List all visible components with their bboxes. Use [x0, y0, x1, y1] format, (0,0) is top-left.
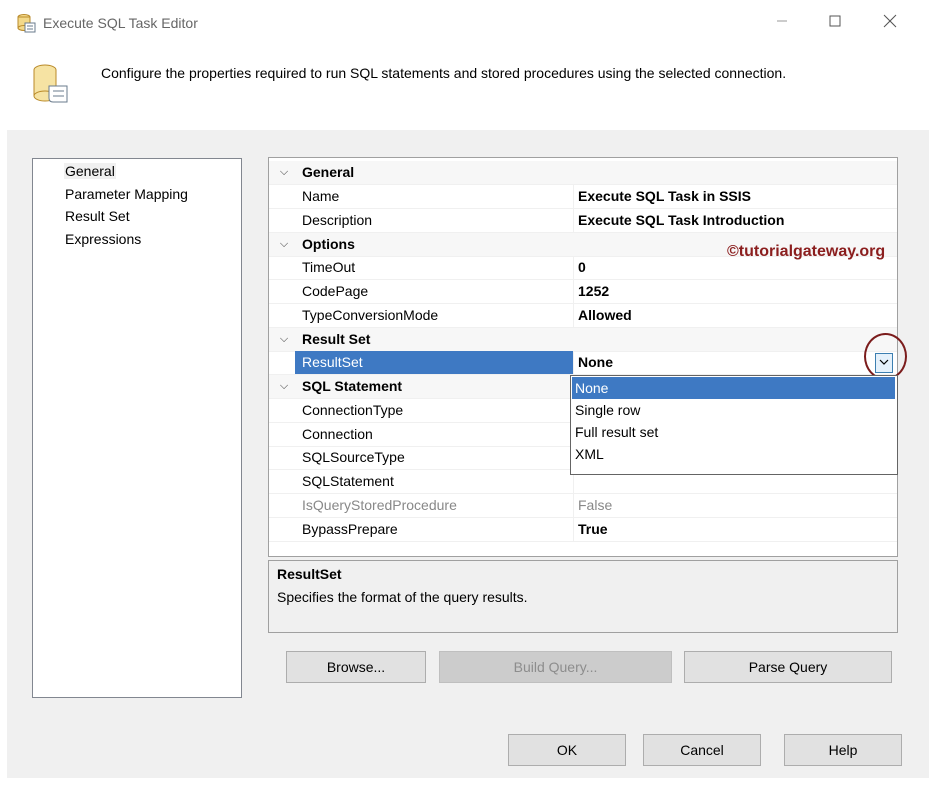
- property-value: False: [578, 497, 613, 513]
- maximize-button[interactable]: [812, 0, 858, 46]
- property-name: ResultSet: [295, 351, 574, 374]
- title-bar: Execute SQL Task Editor: [7, 0, 929, 46]
- minimize-button[interactable]: [759, 0, 805, 46]
- property-name: BypassPrepare: [295, 518, 574, 541]
- property-value[interactable]: Allowed: [575, 304, 898, 327]
- property-name: Name: [295, 185, 574, 208]
- property-name: IsQueryStoredProcedure: [295, 494, 574, 517]
- category-general: ⌵ General: [269, 161, 897, 185]
- nav-item-expressions[interactable]: Expressions: [64, 231, 142, 247]
- category-label: SQL Statement: [302, 378, 403, 394]
- browse-button[interactable]: Browse...: [286, 651, 426, 683]
- category-label: Options: [302, 236, 355, 252]
- dropdown-option-none[interactable]: None: [572, 377, 895, 399]
- chevron-down-icon[interactable]: ⌵: [276, 236, 292, 252]
- description-title: ResultSet: [277, 566, 342, 582]
- dropdown-option-single-row[interactable]: Single row: [572, 399, 895, 421]
- property-value[interactable]: None: [575, 351, 898, 374]
- parse-query-button[interactable]: Parse Query: [684, 651, 892, 683]
- window-title: Execute SQL Task Editor: [43, 15, 198, 31]
- property-grid: ⌵ General Name Execute SQL Task in SSIS …: [268, 157, 898, 557]
- chevron-down-icon[interactable]: ⌵: [276, 164, 292, 180]
- property-row-codepage[interactable]: CodePage 1252: [269, 280, 897, 304]
- property-value[interactable]: Execute SQL Task Introduction: [575, 209, 898, 232]
- category-label: Result Set: [302, 331, 371, 347]
- property-name: TimeOut: [295, 256, 574, 279]
- property-name: SQLStatement: [295, 470, 574, 493]
- property-name: Connection: [295, 423, 574, 446]
- property-name: CodePage: [295, 280, 574, 303]
- close-button[interactable]: [867, 0, 913, 46]
- close-icon: [883, 14, 897, 33]
- property-name: Description: [295, 209, 574, 232]
- property-value[interactable]: 1252: [575, 280, 898, 303]
- chevron-down-icon[interactable]: ⌵: [276, 331, 292, 347]
- nav-item-parameter-mapping[interactable]: Parameter Mapping: [64, 186, 189, 202]
- ssis-task-icon: [16, 13, 36, 33]
- property-description-panel: ResultSet Specifies the format of the qu…: [268, 560, 898, 633]
- property-row-resultset[interactable]: ResultSet None: [269, 351, 897, 375]
- watermark-text: ©tutorialgateway.org: [727, 243, 886, 260]
- property-row-isquerystoredprocedure: IsQueryStoredProcedure False: [269, 494, 897, 518]
- maximize-icon: [829, 14, 841, 32]
- nav-item-general[interactable]: General: [64, 163, 116, 179]
- highlight-circle: [864, 333, 907, 380]
- help-button[interactable]: Help: [784, 734, 902, 766]
- ok-button[interactable]: OK: [508, 734, 626, 766]
- property-row-bypassprepare[interactable]: BypassPrepare True: [269, 518, 897, 542]
- resultset-dropdown-list: None Single row Full result set XML: [570, 375, 898, 475]
- dropdown-option-xml[interactable]: XML: [572, 443, 895, 465]
- property-name: TypeConversionMode: [295, 304, 574, 327]
- page-navigation: General Parameter Mapping Result Set Exp…: [32, 158, 242, 698]
- category-result-set: ⌵ Result Set: [269, 328, 897, 352]
- dialog-window: Execute SQL Task Editor Configure the pr…: [7, 0, 929, 778]
- build-query-button: Build Query...: [439, 651, 672, 683]
- chevron-down-icon[interactable]: ⌵: [276, 378, 292, 394]
- header-description: Configure the properties required to run…: [101, 65, 787, 81]
- cancel-button[interactable]: Cancel: [643, 734, 761, 766]
- property-value[interactable]: Execute SQL Task in SSIS: [575, 185, 898, 208]
- property-name: SQLSourceType: [295, 446, 574, 469]
- description-text: Specifies the format of the query result…: [277, 589, 528, 605]
- header-banner: Configure the properties required to run…: [7, 46, 929, 130]
- property-row-description[interactable]: Description Execute SQL Task Introductio…: [269, 209, 897, 233]
- property-row-name[interactable]: Name Execute SQL Task in SSIS: [269, 185, 897, 209]
- database-script-icon: [31, 62, 71, 106]
- dropdown-option-full-result-set[interactable]: Full result set: [572, 421, 895, 443]
- category-label: General: [302, 164, 355, 180]
- property-value[interactable]: True: [575, 518, 898, 541]
- property-name: ConnectionType: [295, 399, 574, 422]
- property-row-typeconversionmode[interactable]: TypeConversionMode Allowed: [269, 304, 897, 328]
- minimize-icon: [776, 14, 788, 32]
- nav-item-result-set[interactable]: Result Set: [64, 208, 131, 224]
